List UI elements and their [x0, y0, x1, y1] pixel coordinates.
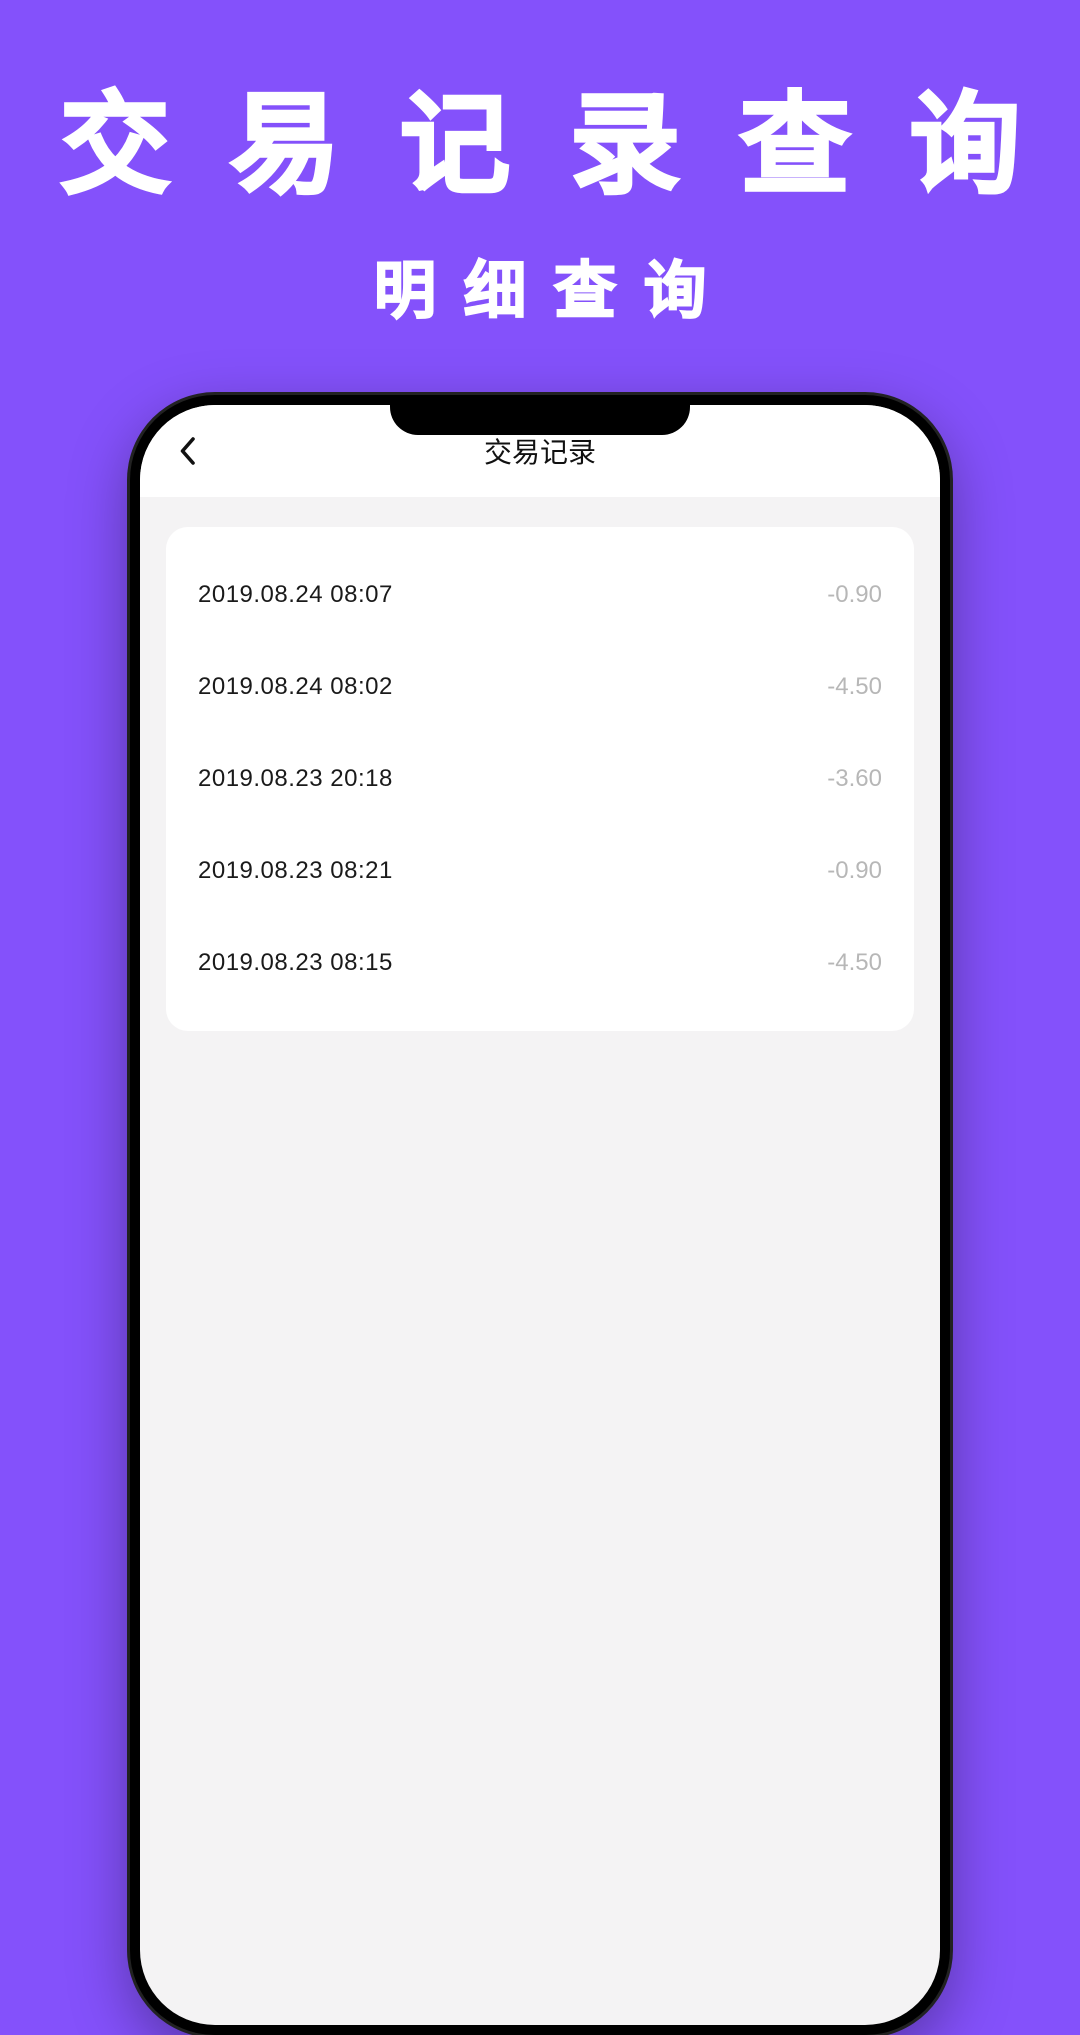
- transaction-amount: -4.50: [827, 949, 882, 977]
- phone-frame: 交易记录 2019.08.24 08:07 -0.90 2019.08.24 0…: [130, 395, 950, 2035]
- list-item[interactable]: 2019.08.24 08:07 -0.90: [198, 549, 882, 641]
- list-item[interactable]: 2019.08.23 08:21 -0.90: [198, 825, 882, 917]
- transaction-list: 2019.08.24 08:07 -0.90 2019.08.24 08:02 …: [166, 527, 914, 1031]
- transaction-datetime: 2019.08.24 08:07: [198, 581, 393, 609]
- list-item[interactable]: 2019.08.23 08:15 -4.50: [198, 917, 882, 1009]
- transaction-datetime: 2019.08.23 08:21: [198, 857, 393, 885]
- transaction-datetime: 2019.08.23 08:15: [198, 949, 393, 977]
- transaction-datetime: 2019.08.24 08:02: [198, 673, 393, 701]
- list-item[interactable]: 2019.08.23 20:18 -3.60: [198, 733, 882, 825]
- app-header: 交易记录: [140, 405, 940, 497]
- transaction-datetime: 2019.08.23 20:18: [198, 765, 393, 793]
- page-title: 交易记录: [484, 431, 596, 471]
- transaction-amount: -0.90: [827, 857, 882, 885]
- chevron-left-icon: [178, 436, 196, 466]
- phone-screen: 交易记录 2019.08.24 08:07 -0.90 2019.08.24 0…: [140, 405, 940, 2025]
- transaction-amount: -4.50: [827, 673, 882, 701]
- transaction-amount: -3.60: [827, 765, 882, 793]
- back-button[interactable]: [172, 436, 202, 466]
- hero-subtitle: 明细查询: [0, 240, 1080, 330]
- hero-title: 交易记录查询: [0, 55, 1080, 215]
- list-item[interactable]: 2019.08.24 08:02 -4.50: [198, 641, 882, 733]
- transaction-amount: -0.90: [827, 581, 882, 609]
